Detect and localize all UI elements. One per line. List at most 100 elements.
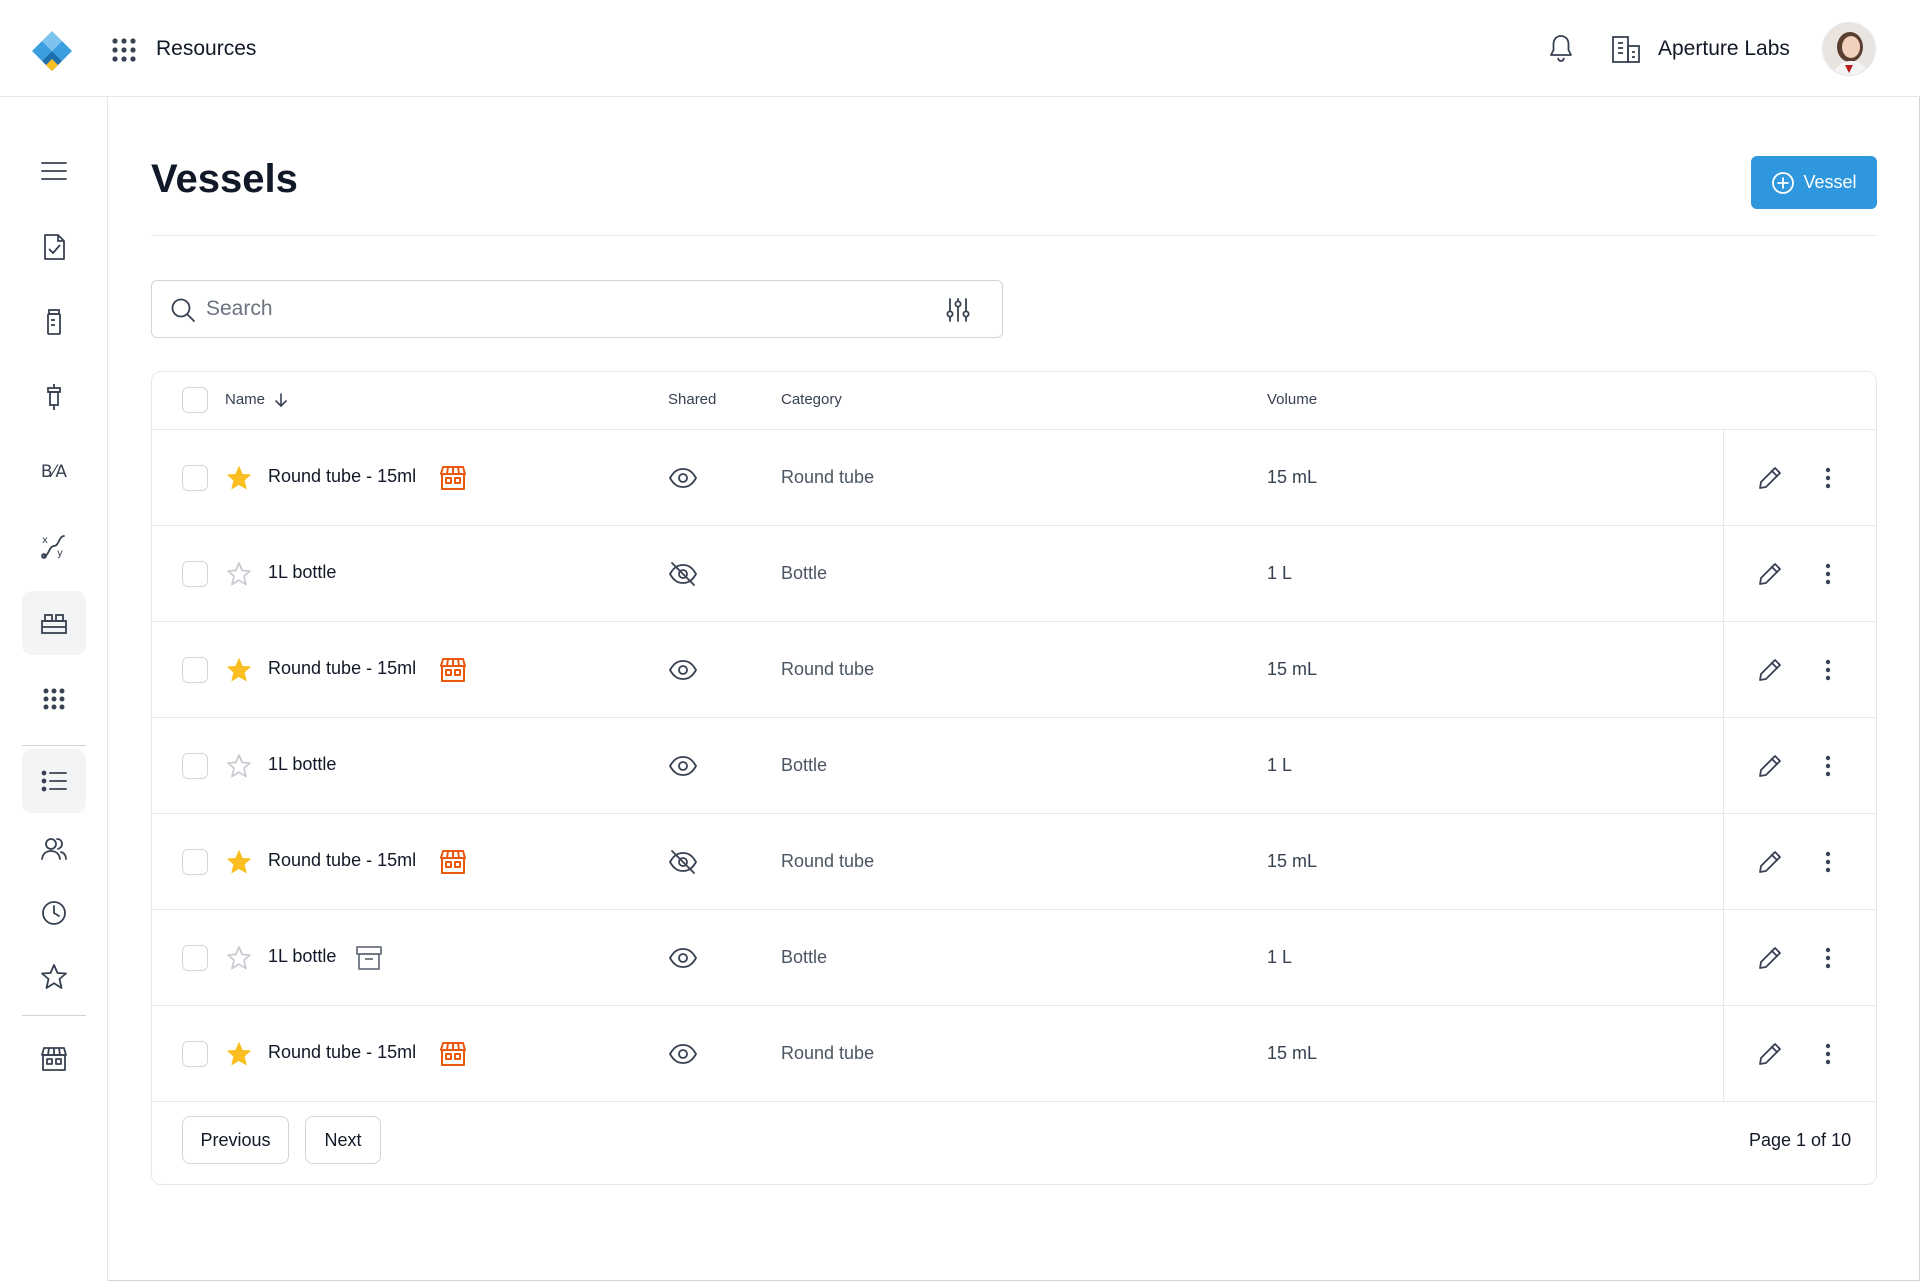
eye-off-icon — [669, 562, 697, 586]
eye-icon — [669, 660, 697, 680]
app-title: Resources — [156, 37, 257, 60]
sidebar-divider — [22, 745, 86, 746]
star-filled-icon[interactable] — [226, 1041, 252, 1067]
sidebar-item-users[interactable] — [22, 817, 86, 881]
eye-icon — [669, 756, 697, 776]
row-name[interactable]: 1L bottle — [268, 946, 336, 967]
table-row[interactable]: Round tube - 15ml Round tube 15 mL — [152, 814, 1876, 910]
eye-off-icon — [669, 850, 697, 874]
more-vertical-icon[interactable] — [1814, 944, 1842, 972]
pencil-icon[interactable] — [1756, 560, 1784, 588]
sidebar-item-ratios[interactable]: B⁄A — [22, 440, 86, 504]
building-icon[interactable] — [1610, 34, 1642, 64]
star-outline-icon[interactable] — [226, 561, 252, 587]
previous-page-button[interactable]: Previous — [182, 1116, 289, 1164]
logo-icon[interactable] — [31, 29, 73, 71]
archive-icon — [356, 946, 382, 970]
store-icon — [41, 1047, 67, 1071]
clipboard-check-icon — [44, 234, 65, 260]
select-all-checkbox[interactable] — [182, 387, 208, 413]
sidebar-item-functions[interactable]: x y — [22, 515, 86, 579]
add-vessel-button[interactable]: Vessel — [1751, 156, 1877, 209]
row-name[interactable]: Round tube - 15ml — [268, 466, 416, 487]
sidebar-item-apps[interactable] — [22, 667, 86, 731]
sidebar-item-equipment[interactable] — [22, 365, 86, 429]
plus-circle-icon — [1772, 171, 1795, 194]
star-filled-icon[interactable] — [226, 657, 252, 683]
next-page-button[interactable]: Next — [305, 1116, 381, 1164]
star-outline-icon[interactable] — [226, 945, 252, 971]
table-row[interactable]: Round tube - 15ml Round tube 15 mL — [152, 1006, 1876, 1102]
org-name[interactable]: Aperture Labs — [1658, 37, 1790, 61]
row-volume: 15 mL — [1267, 851, 1318, 871]
table-row[interactable]: 1L bottle Bottle 1 L — [152, 910, 1876, 1006]
sidebar-item-list[interactable] — [22, 749, 86, 813]
search-input[interactable] — [206, 289, 906, 329]
column-shared-header[interactable]: Shared — [668, 391, 716, 408]
b-over-a-icon: B⁄A — [40, 462, 68, 482]
top-bar: Resources Aperture Labs — [0, 0, 1920, 97]
eye-icon — [669, 1044, 697, 1064]
table-row[interactable]: Round tube - 15ml Round tube 15 mL — [152, 622, 1876, 718]
row-name[interactable]: Round tube - 15ml — [268, 658, 416, 679]
pencil-icon[interactable] — [1756, 656, 1784, 684]
row-checkbox[interactable] — [182, 561, 208, 587]
table-row[interactable]: 1L bottle Bottle 1 L — [152, 718, 1876, 814]
sidebar-item-protocols[interactable] — [22, 215, 86, 279]
actions-divider — [1723, 718, 1724, 814]
row-name[interactable]: Round tube - 15ml — [268, 850, 416, 871]
column-volume-header[interactable]: Volume — [1267, 391, 1317, 408]
star-filled-icon[interactable] — [226, 849, 252, 875]
row-checkbox[interactable] — [182, 465, 208, 491]
more-vertical-icon[interactable] — [1814, 1040, 1842, 1068]
row-name[interactable]: Round tube - 15ml — [268, 1042, 416, 1063]
row-checkbox[interactable] — [182, 1041, 208, 1067]
star-outline-icon[interactable] — [226, 753, 252, 779]
pencil-icon[interactable] — [1756, 752, 1784, 780]
sidebar-item-store[interactable] — [22, 1027, 86, 1091]
vessels-icon — [41, 614, 67, 634]
star-filled-icon[interactable] — [226, 465, 252, 491]
column-name-header[interactable]: Name — [225, 391, 289, 408]
apps-grid-icon[interactable] — [111, 37, 137, 63]
sidebar-item-favorites[interactable] — [22, 945, 86, 1009]
row-category: Round tube — [781, 659, 875, 679]
sidebar-item-vessels[interactable] — [22, 591, 86, 655]
svg-text:x: x — [42, 535, 48, 546]
apps-grid-icon — [43, 688, 65, 710]
actions-divider — [1723, 430, 1724, 526]
vial-icon — [47, 309, 61, 335]
more-vertical-icon[interactable] — [1814, 464, 1842, 492]
sidebar-divider — [22, 1015, 86, 1016]
list-icon — [41, 770, 67, 792]
bell-icon[interactable] — [1547, 33, 1575, 63]
more-vertical-icon[interactable] — [1814, 560, 1842, 588]
avatar[interactable] — [1822, 22, 1876, 76]
actions-divider — [1723, 622, 1724, 718]
sidebar-item-reagents[interactable] — [22, 290, 86, 354]
more-vertical-icon[interactable] — [1814, 752, 1842, 780]
row-name[interactable]: 1L bottle — [268, 754, 336, 775]
eye-icon — [669, 948, 697, 968]
pencil-icon[interactable] — [1756, 1040, 1784, 1068]
more-vertical-icon[interactable] — [1814, 656, 1842, 684]
row-checkbox[interactable] — [182, 753, 208, 779]
sidebar-menu-button[interactable] — [22, 139, 86, 203]
pencil-icon[interactable] — [1756, 848, 1784, 876]
column-category-header[interactable]: Category — [781, 391, 842, 408]
pencil-icon[interactable] — [1756, 944, 1784, 972]
filter-sliders-icon[interactable] — [945, 296, 971, 324]
row-checkbox[interactable] — [182, 849, 208, 875]
table-row[interactable]: 1L bottle Bottle 1 L — [152, 526, 1876, 622]
table-row[interactable]: Round tube - 15ml Round tube 15 mL — [152, 430, 1876, 526]
row-name[interactable]: 1L bottle — [268, 562, 336, 583]
menu-icon — [41, 162, 67, 180]
sidebar-item-history[interactable] — [22, 881, 86, 945]
row-checkbox[interactable] — [182, 657, 208, 683]
row-category: Bottle — [781, 947, 828, 967]
row-category: Round tube — [781, 1043, 875, 1063]
row-volume: 15 mL — [1267, 1043, 1318, 1063]
more-vertical-icon[interactable] — [1814, 848, 1842, 876]
pencil-icon[interactable] — [1756, 464, 1784, 492]
row-checkbox[interactable] — [182, 945, 208, 971]
